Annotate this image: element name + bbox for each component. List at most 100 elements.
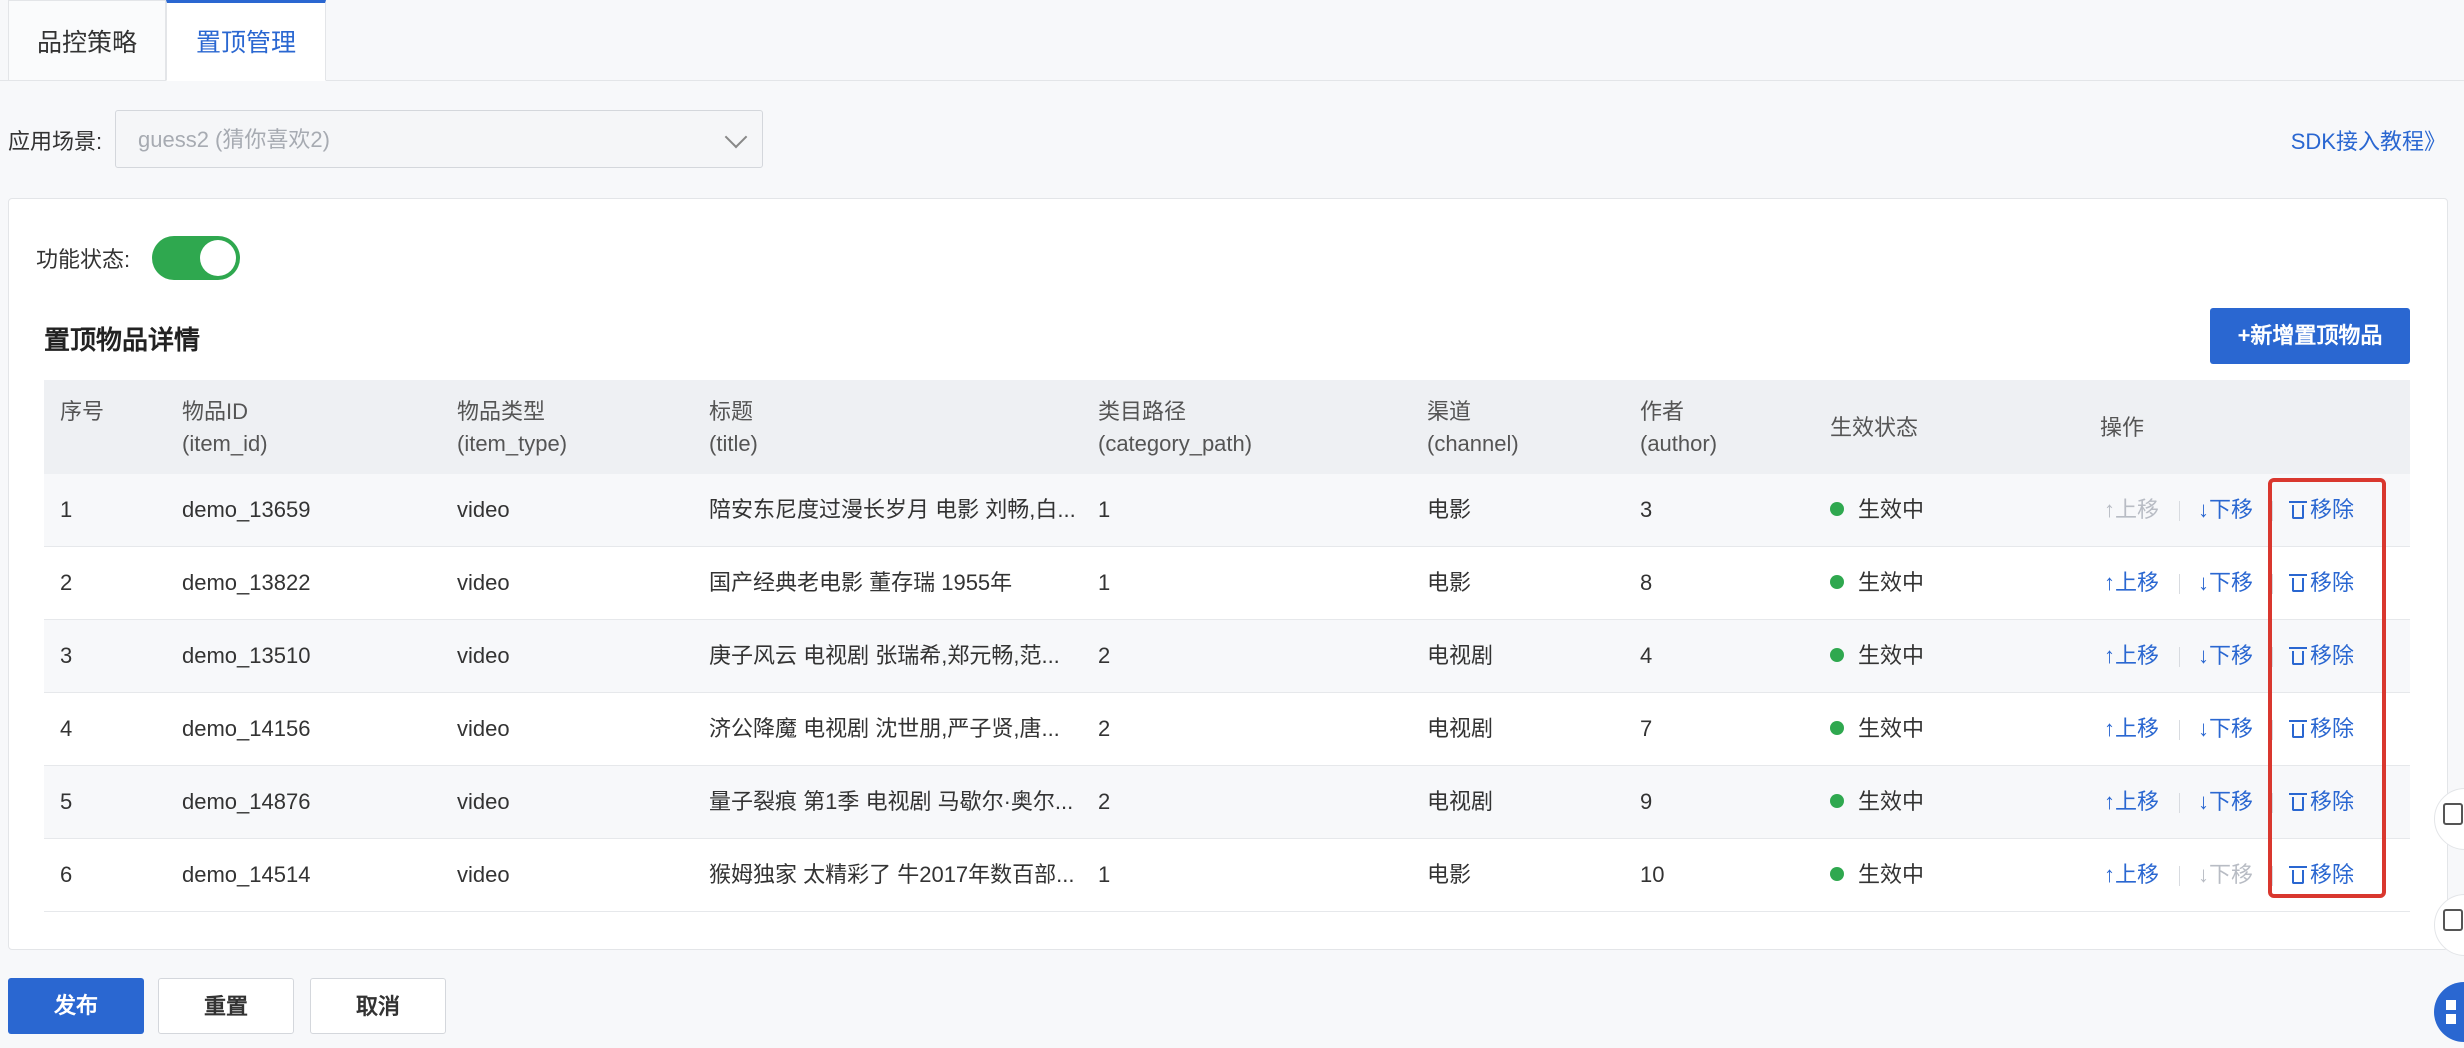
cell-author: 10 bbox=[1640, 862, 1665, 887]
move-up-button[interactable]: ↑上移 bbox=[2104, 839, 2159, 911]
action-divider bbox=[2179, 647, 2180, 667]
scene-select[interactable]: guess2 (猜你喜欢2) bbox=[115, 110, 763, 168]
remove-label: 移除 bbox=[2310, 570, 2355, 595]
move-down-button[interactable]: ↓下移 bbox=[2198, 474, 2253, 546]
cell-seq: 1 bbox=[60, 497, 73, 522]
add-pinned-item-button[interactable]: +新增置顶物品 bbox=[2210, 308, 2410, 364]
cell-item-type: video bbox=[457, 716, 510, 741]
tab-bar: 品控策略 置顶管理 bbox=[0, 0, 2464, 81]
cell-channel: 电视剧 bbox=[1427, 789, 1494, 814]
trash-icon bbox=[2289, 501, 2307, 519]
col-channel: 渠道 (channel) bbox=[1427, 399, 1519, 456]
cell-item-id: demo_14514 bbox=[182, 862, 311, 887]
col-category-path: 类目路径 (category_path) bbox=[1098, 399, 1253, 456]
tab-quality-strategy[interactable]: 品控策略 bbox=[8, 0, 166, 80]
move-down-button[interactable]: ↓下移 bbox=[2198, 766, 2253, 838]
action-divider bbox=[2179, 501, 2180, 521]
action-divider bbox=[2272, 501, 2273, 521]
cell-status: 生效中 bbox=[1830, 547, 1924, 619]
cell-item-type: video bbox=[457, 497, 510, 522]
move-up-button[interactable]: ↑上移 bbox=[2104, 474, 2159, 546]
table-row: 3 demo_13510 video 庚子风云 电视剧 张瑞希,郑元畅,范... 2 电视… bbox=[44, 620, 2410, 693]
cell-category-path: 2 bbox=[1098, 716, 1111, 741]
move-down-button[interactable]: ↓下移 bbox=[2198, 693, 2253, 765]
cell-channel: 电影 bbox=[1427, 497, 1472, 522]
action-divider bbox=[2272, 574, 2273, 594]
cell-channel: 电影 bbox=[1427, 862, 1472, 887]
cell-status: 生效中 bbox=[1830, 766, 1924, 838]
cell-item-type: video bbox=[457, 862, 510, 887]
cancel-button[interactable]: 取消 bbox=[310, 978, 446, 1034]
move-up-button[interactable]: ↑上移 bbox=[2104, 693, 2159, 765]
remove-button[interactable]: 移除 bbox=[2289, 693, 2355, 765]
status-dot-icon bbox=[1830, 575, 1844, 590]
cell-seq: 4 bbox=[60, 716, 73, 741]
cell-status: 生效中 bbox=[1830, 474, 1924, 546]
cell-category-path: 1 bbox=[1098, 862, 1111, 887]
doc-icon bbox=[2443, 909, 2463, 931]
col-item-type: 物品类型 (item_type) bbox=[457, 399, 568, 456]
cell-seq: 5 bbox=[60, 789, 73, 814]
remove-button[interactable]: 移除 bbox=[2289, 620, 2354, 692]
col-status: 生效状态 bbox=[1830, 415, 1919, 440]
func-status-toggle[interactable] bbox=[152, 236, 240, 280]
move-down-button[interactable]: ↓下移 bbox=[2198, 620, 2253, 692]
cell-category-path: 1 bbox=[1098, 570, 1111, 595]
move-up-button[interactable]: ↑上移 bbox=[2104, 766, 2159, 838]
trash-icon bbox=[2289, 720, 2307, 738]
cell-item-id: demo_13659 bbox=[182, 497, 311, 522]
tab-pin-management[interactable]: 置顶管理 bbox=[166, 0, 326, 81]
publish-button[interactable]: 发布 bbox=[8, 978, 144, 1034]
cell-author: 3 bbox=[1640, 497, 1653, 522]
move-down-button[interactable]: ↓下移 bbox=[2198, 547, 2253, 619]
cell-seq: 6 bbox=[60, 862, 73, 887]
grid-icon bbox=[2446, 1000, 2456, 1010]
remove-label: 移除 bbox=[2310, 497, 2355, 522]
col-actions: 操作 bbox=[2100, 415, 2145, 440]
cell-status: 生效中 bbox=[1830, 839, 1924, 911]
cell-item-id: demo_14876 bbox=[182, 789, 311, 814]
table-body: 1 demo_13659 video 陪安东尼度过漫长岁月 电影 刘畅,白... 1 电影… bbox=[44, 474, 2410, 912]
remove-button[interactable]: 移除 bbox=[2289, 839, 2354, 911]
table-row: 2 demo_13822 video 国产经典老电影 董存瑞 1955年 1 电影 8 生效中… bbox=[44, 547, 2410, 620]
cell-author: 7 bbox=[1640, 716, 1653, 741]
cell-channel: 电视剧 bbox=[1427, 643, 1494, 668]
cell-status: 生效中 bbox=[1830, 693, 1924, 765]
action-divider bbox=[2272, 866, 2273, 886]
cell-title: 猴姆独家 太精彩了 牛2017年数百部... bbox=[709, 862, 1075, 887]
action-divider bbox=[2179, 793, 2180, 813]
move-up-button[interactable]: ↑上移 bbox=[2104, 620, 2159, 692]
cell-category-path: 2 bbox=[1098, 643, 1111, 668]
feedback-icon bbox=[2443, 803, 2463, 825]
remove-button[interactable]: 移除 bbox=[2289, 474, 2355, 546]
action-divider bbox=[2272, 793, 2273, 813]
cell-author: 4 bbox=[1640, 643, 1653, 668]
cell-item-id: demo_14156 bbox=[182, 716, 311, 741]
cell-item-id: demo_13822 bbox=[182, 570, 311, 595]
table-row: 5 demo_14876 video 量子裂痕 第1季 电视剧 马歇尔·奥尔... 2 电… bbox=[44, 766, 2410, 839]
status-dot-icon bbox=[1830, 867, 1844, 882]
action-divider bbox=[2179, 574, 2180, 594]
menu-float-button[interactable] bbox=[2434, 982, 2464, 1042]
status-dot-icon bbox=[1830, 794, 1844, 809]
func-status-label: 功能状态: bbox=[36, 247, 131, 272]
scene-select-value: guess2 (猜你喜欢2) bbox=[138, 127, 330, 152]
cell-channel: 电视剧 bbox=[1427, 716, 1494, 741]
move-up-button[interactable]: ↑上移 bbox=[2104, 547, 2159, 619]
col-item-id: 物品ID (item_id) bbox=[182, 399, 268, 456]
remove-label: 移除 bbox=[2310, 716, 2355, 741]
chevron-down-icon bbox=[724, 125, 748, 149]
remove-button[interactable]: 移除 bbox=[2289, 547, 2355, 619]
reset-button[interactable]: 重置 bbox=[158, 978, 294, 1034]
table-header: 序号 物品ID (item_id) 物品类型 (item_type) 标题 (titl… bbox=[44, 380, 2410, 474]
toggle-knob bbox=[200, 240, 236, 276]
remove-button[interactable]: 移除 bbox=[2289, 766, 2354, 838]
sdk-tutorial-link[interactable]: SDK接入教程》 bbox=[2291, 124, 2446, 156]
status-dot-icon bbox=[1830, 721, 1844, 736]
cell-item-type: video bbox=[457, 789, 510, 814]
cell-title: 量子裂痕 第1季 电视剧 马歇尔·奥尔... bbox=[709, 789, 1074, 814]
cell-title: 济公降魔 电视剧 沈世朋,严子贤,唐... bbox=[709, 716, 1060, 741]
action-divider bbox=[2179, 866, 2180, 886]
move-down-button[interactable]: ↓下移 bbox=[2198, 839, 2253, 911]
action-divider bbox=[2272, 720, 2273, 740]
